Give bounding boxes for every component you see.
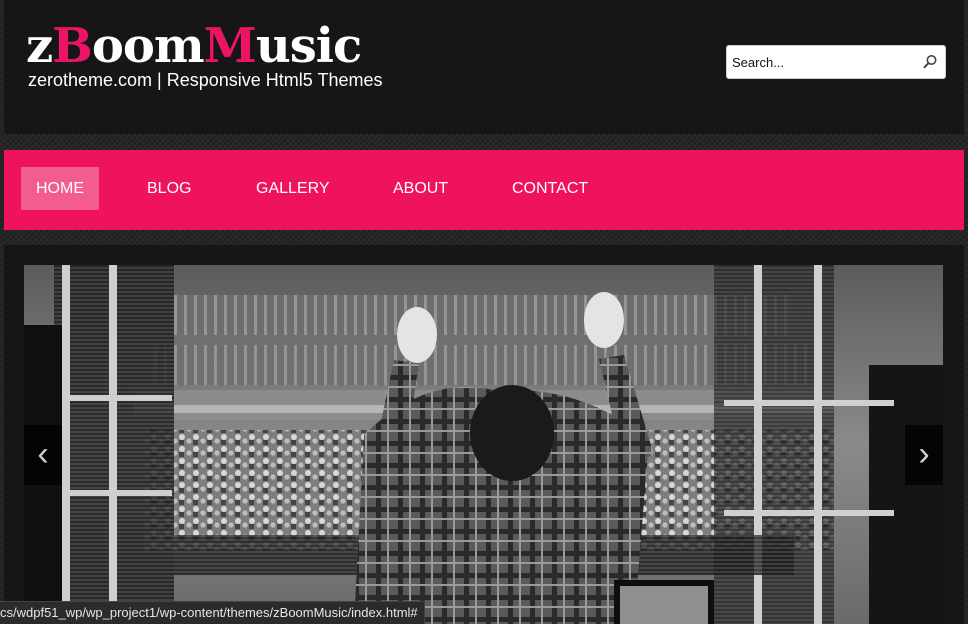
browser-status-url: cs/wdpf51_wp/wp_project1/wp-content/them…: [0, 601, 425, 624]
logo-part-usic: usic: [255, 18, 362, 74]
logo-part-m: M: [203, 18, 257, 74]
site-logo[interactable]: zBoomMusic zerotheme.com | Responsive Ht…: [26, 20, 406, 98]
nav-item-about[interactable]: ABOUT: [393, 167, 448, 210]
site-tagline: zerotheme.com | Responsive Html5 Themes: [28, 70, 383, 90]
site-header: zBoomMusic zerotheme.com | Responsive Ht…: [4, 0, 964, 134]
logo-part-oom: oom: [91, 18, 205, 74]
search-input[interactable]: [727, 46, 918, 78]
logo-part-b: B: [52, 18, 93, 74]
nav-item-blog[interactable]: BLOG: [147, 167, 191, 210]
hero-slide-image: [24, 265, 943, 624]
nav-item-gallery[interactable]: GALLERY: [256, 167, 330, 210]
main-nav: HOME BLOG GALLERY ABOUT CONTACT: [4, 150, 964, 230]
nav-item-home[interactable]: HOME: [21, 167, 99, 210]
hero-slider: [24, 265, 943, 624]
nav-item-contact[interactable]: CONTACT: [512, 167, 588, 210]
search-icon[interactable]: [921, 53, 939, 71]
search-form: [726, 45, 946, 79]
logo-part-z: z: [26, 18, 53, 74]
logo-title: zBoomMusic: [26, 18, 362, 74]
slider-prev-button[interactable]: ‹: [24, 425, 62, 485]
slider-next-button[interactable]: ›: [905, 425, 943, 485]
